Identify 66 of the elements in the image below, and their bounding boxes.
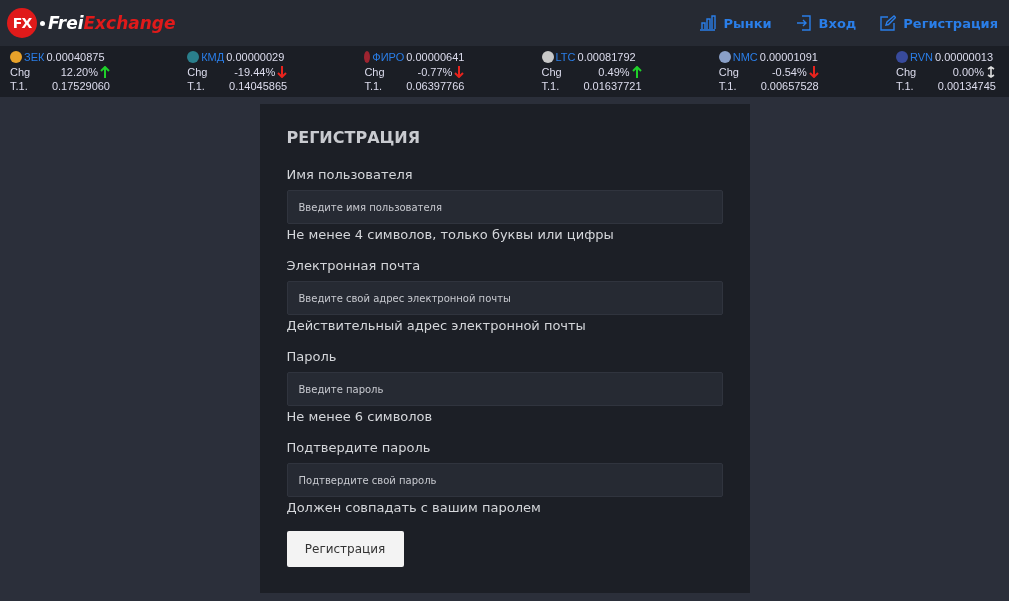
field-hint: Действительный адрес электронной почты [286, 318, 587, 333]
nav-link[interactable]: Рынки [699, 15, 772, 31]
input-field[interactable]: Введите пароль [286, 372, 723, 406]
field-hint: Не менее 6 символов [286, 409, 434, 424]
edit-icon [880, 15, 897, 31]
volume-label: T.1. [718, 79, 737, 94]
logo-badge: FX [7, 8, 37, 38]
volume-value: 0.06397766 [406, 79, 465, 94]
price-value: 0.00000029 [226, 50, 285, 65]
change-label: Chg [187, 64, 208, 79]
login-icon [795, 15, 812, 31]
down-arrow-icon [277, 65, 288, 78]
price-value: 0.00000013 [934, 50, 994, 65]
price-value: 0.00081792 [577, 50, 636, 65]
price-value: 0.00000641 [406, 50, 465, 65]
volume-label: T.1. [541, 79, 560, 94]
logo-name: Frei [48, 13, 84, 33]
volume-value: 0.01637721 [583, 79, 642, 94]
input-field[interactable]: Введите имя пользователя [286, 190, 723, 224]
field-hint: Не менее 4 символов, только буквы или цифры [286, 227, 615, 242]
logo-dot-icon [40, 20, 45, 26]
form-title: РЕГИСТРАЦИЯ [286, 128, 422, 147]
change-value: -0.54% [771, 64, 807, 79]
change-value: 0.00% [952, 64, 984, 79]
price-value: 0.00001091 [759, 50, 818, 65]
down-arrow-icon [454, 65, 465, 78]
coin-link[interactable]: ЗЕК [24, 50, 45, 65]
field-label: Пароль [286, 349, 338, 364]
volume-label: T.1. [364, 79, 383, 94]
volume-label: T.1. [187, 79, 205, 94]
coin-link[interactable]: LTC [555, 50, 576, 65]
up-arrow-icon [100, 65, 110, 78]
coin-link[interactable]: NMC [732, 50, 758, 65]
coin-link[interactable]: ФИРО [372, 50, 405, 65]
input-field[interactable]: Введите свой адрес электронной почты [286, 281, 723, 315]
change-value: 0.49% [598, 64, 630, 79]
field-label: Подтвердите пароль [286, 440, 432, 455]
nav-link[interactable]: Регистрация [880, 15, 998, 31]
coin-link[interactable]: RVN [909, 50, 933, 65]
change-value: -0.77% [417, 64, 453, 79]
nav-link[interactable]: Вход [795, 15, 857, 31]
change-label: Chg [10, 64, 31, 79]
up-down-arrow-icon [985, 65, 996, 78]
change-label: Chg [718, 64, 739, 79]
volume-value: 0.17529060 [51, 79, 110, 94]
change-label: Chg [364, 64, 385, 79]
volume-label: T.1. [10, 79, 28, 94]
field-label: Имя пользователя [286, 167, 414, 182]
down-arrow-icon [808, 65, 819, 78]
field-hint: Должен совпадать с вашим паролем [286, 500, 542, 515]
volume-value: 0.14045865 [229, 79, 288, 94]
register-button[interactable]: Регистрация [286, 531, 404, 567]
field-label: Электронная почта [286, 258, 422, 273]
price-value: 0.00040875 [46, 50, 105, 65]
change-value: -19.44% [234, 64, 276, 79]
change-label: Chg [895, 64, 917, 79]
coin-link[interactable]: КМД [201, 50, 225, 65]
input-field[interactable]: Подтвердите свой пароль [286, 463, 723, 497]
change-value: 12.20% [60, 64, 98, 79]
change-label: Chg [541, 64, 562, 79]
volume-value: 0.00134745 [937, 79, 996, 94]
logo-name: Exchange [83, 13, 176, 33]
up-arrow-icon [631, 65, 642, 78]
volume-value: 0.00657528 [760, 79, 819, 94]
volume-label: T.1. [895, 79, 914, 94]
bar-chart-icon [699, 15, 717, 31]
